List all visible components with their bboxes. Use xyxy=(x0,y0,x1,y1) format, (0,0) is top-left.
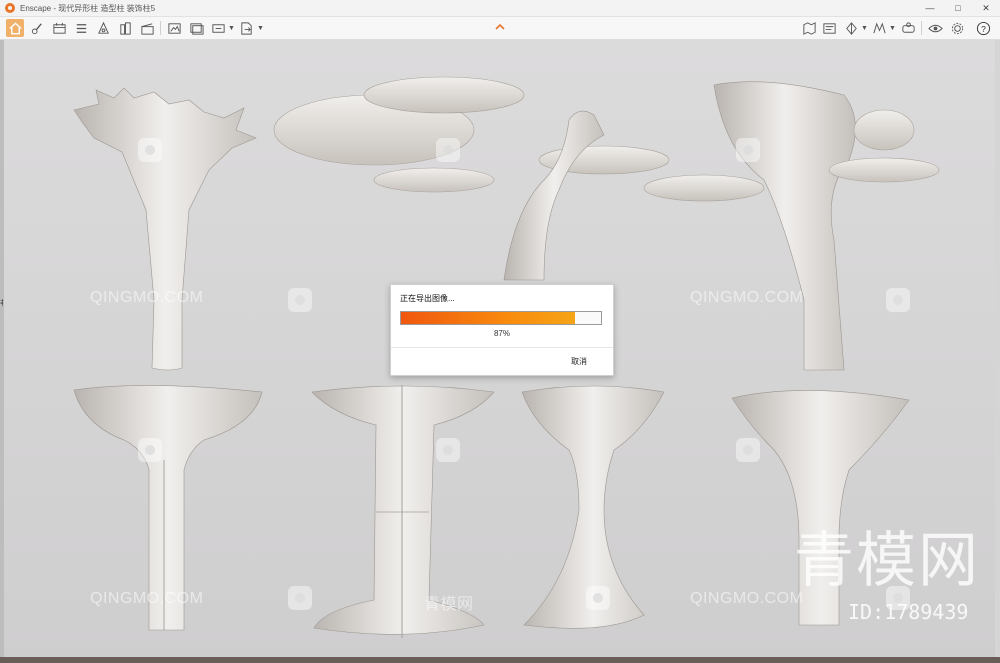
material-icon[interactable] xyxy=(870,19,888,37)
export-batch-icon[interactable] xyxy=(187,19,205,37)
enscape-logo-icon xyxy=(5,3,15,13)
minimize-icon[interactable]: — xyxy=(916,0,944,16)
building-icon[interactable] xyxy=(116,19,134,37)
progress-bar-fill xyxy=(401,312,575,324)
chevron-down-icon[interactable]: ▼ xyxy=(257,25,264,32)
watermark-logo-icon xyxy=(138,138,162,162)
bottom-edge-strip xyxy=(0,657,1000,663)
title-bar: Enscape - 现代异形柱 造型柱 装饰柱5 — □ ✕ xyxy=(0,0,1000,17)
export-progress-dialog: 正在导出图像... 87% 取消 xyxy=(390,284,614,376)
progress-percent: 87% xyxy=(493,329,510,338)
calendar-icon[interactable] xyxy=(50,19,68,37)
walk-icon[interactable] xyxy=(28,19,46,37)
watermark-logo-icon xyxy=(586,586,610,610)
watermark-text: QINGMO.COM xyxy=(90,590,204,607)
window-controls: — □ ✕ xyxy=(916,0,1000,16)
clapper-icon[interactable] xyxy=(138,19,156,37)
chevron-down-icon[interactable]: ▼ xyxy=(228,25,235,32)
eye-icon[interactable] xyxy=(926,19,944,37)
dialog-title: 正在导出图像... xyxy=(400,294,455,303)
chevron-down-icon[interactable]: ▼ xyxy=(861,25,868,32)
brand-watermark: 青模网 xyxy=(794,526,980,596)
compass-icon[interactable] xyxy=(842,19,860,37)
watermark-text: QINGMO.COM xyxy=(90,289,204,306)
watermark-logo-icon xyxy=(436,438,460,462)
watermark-logo-icon xyxy=(736,438,760,462)
watermark-logo-icon xyxy=(436,138,460,162)
watermark-text: 青模网 xyxy=(424,596,474,613)
id-watermark: ID:1789439 xyxy=(848,600,969,624)
gear-icon[interactable] xyxy=(948,19,966,37)
list-icon[interactable] xyxy=(72,19,90,37)
dialog-divider xyxy=(391,347,613,348)
map-icon[interactable] xyxy=(800,19,818,37)
vr-icon[interactable] xyxy=(899,19,917,37)
home-icon[interactable] xyxy=(6,19,24,37)
progress-bar xyxy=(400,311,602,325)
watermark-logo-icon xyxy=(288,288,312,312)
watermark-logo-icon xyxy=(736,138,760,162)
toolbar-separator xyxy=(921,21,922,35)
toolbar-separator xyxy=(160,21,161,35)
chevron-down-icon[interactable]: ▼ xyxy=(889,25,896,32)
cancel-button[interactable]: 取消 xyxy=(571,356,587,367)
export-panorama-icon[interactable] xyxy=(209,19,227,37)
window-title: Enscape - 现代异形柱 造型柱 装饰柱5 xyxy=(20,3,156,13)
collapse-toolbar-icon[interactable] xyxy=(494,22,506,32)
close-icon[interactable]: ✕ xyxy=(972,0,1000,16)
watermark-logo-icon xyxy=(138,438,162,462)
watermark-text: QINGMO.COM xyxy=(690,289,804,306)
watermark-logo-icon xyxy=(886,288,910,312)
watermark-text: QINGMO.COM xyxy=(690,590,804,607)
help-icon[interactable]: ? xyxy=(974,19,992,37)
svg-text:?: ? xyxy=(981,23,986,33)
file-up-icon[interactable] xyxy=(94,19,112,37)
video-icon[interactable] xyxy=(820,19,838,37)
export-file-icon[interactable] xyxy=(237,19,255,37)
watermark-logo-icon xyxy=(288,586,312,610)
export-image-icon[interactable] xyxy=(165,19,183,37)
maximize-icon[interactable]: □ xyxy=(944,0,972,16)
